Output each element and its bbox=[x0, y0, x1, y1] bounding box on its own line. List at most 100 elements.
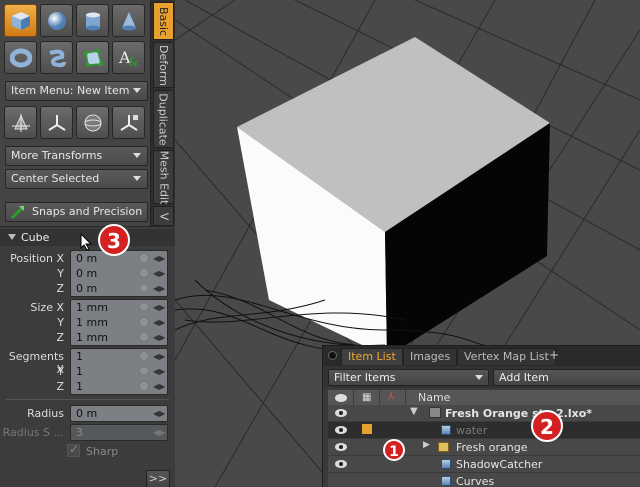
list-item-curves[interactable]: Curves bbox=[328, 473, 640, 487]
add-tab-button[interactable]: + bbox=[549, 348, 559, 362]
radius-label: Radius bbox=[27, 407, 64, 420]
rotate-tool-button[interactable] bbox=[40, 106, 73, 139]
chevron-down-icon[interactable]: ▼ bbox=[410, 406, 418, 417]
animate-dot-icon[interactable] bbox=[139, 268, 149, 278]
move-icon bbox=[11, 113, 30, 132]
torus-tool-button[interactable] bbox=[4, 41, 37, 74]
list-item-scene[interactable]: ▼ Fresh Orange st 2.lxo* bbox=[328, 405, 640, 422]
more-button[interactable]: >> bbox=[146, 470, 170, 487]
center-selected-dropdown[interactable]: Center Selected bbox=[5, 169, 148, 189]
list-item-shadowcatcher[interactable]: ShadowCatcher bbox=[328, 456, 640, 473]
tube-tool-button[interactable] bbox=[40, 41, 73, 74]
lock-grid-icon[interactable] bbox=[362, 424, 372, 434]
snap-icon bbox=[10, 205, 25, 220]
group-folder-icon bbox=[438, 442, 449, 452]
tab-item-list[interactable]: Item List bbox=[341, 348, 403, 365]
sphere-tool-button[interactable] bbox=[40, 4, 73, 37]
eye-icon[interactable] bbox=[335, 426, 347, 434]
side-tab-strip: Basic Deform Duplicate Mesh Edit V bbox=[150, 0, 175, 226]
stepper-arrows-icon[interactable]: ◀▶ bbox=[153, 381, 165, 392]
chevron-down-icon bbox=[133, 176, 141, 181]
item-list-panel: Item List Images Vertex Map List + Filte… bbox=[322, 345, 640, 487]
animate-dot-icon[interactable] bbox=[139, 283, 149, 293]
size-x-field[interactable]: 1 mm ◀▶ bbox=[71, 300, 167, 315]
mesh-icon bbox=[441, 476, 451, 486]
tool-palette: A & Item Menu: New Item More Transforms C… bbox=[0, 0, 150, 226]
animate-dot-icon[interactable] bbox=[139, 317, 149, 327]
check-icon: ✓ bbox=[69, 442, 80, 456]
sharp-label: Sharp bbox=[86, 445, 119, 458]
list-item-fresh-orange[interactable]: ▶ Fresh orange bbox=[328, 439, 640, 456]
eye-icon[interactable] bbox=[335, 460, 347, 468]
name-column-header[interactable]: Name bbox=[418, 391, 450, 404]
tab-more[interactable]: V bbox=[153, 206, 174, 226]
tab-mesh-edit[interactable]: Mesh Edit bbox=[153, 150, 174, 204]
cone-icon bbox=[121, 11, 136, 30]
animate-dot-icon[interactable] bbox=[139, 302, 149, 312]
move-tool-button[interactable] bbox=[4, 106, 37, 139]
stepper-arrows-icon[interactable]: ◀▶ bbox=[153, 253, 165, 264]
tab-deform[interactable]: Deform bbox=[153, 42, 174, 88]
animate-dot-icon[interactable] bbox=[139, 351, 149, 361]
scene-clapper-icon bbox=[429, 407, 441, 418]
transform-tool-button[interactable] bbox=[112, 106, 145, 139]
cylinder-tool-button[interactable] bbox=[76, 4, 109, 37]
segments-y-field[interactable]: 1 ◀▶ bbox=[71, 364, 167, 379]
tab-vertex-map-list[interactable]: Vertex Map List bbox=[457, 348, 556, 365]
pen-tool-button[interactable] bbox=[76, 41, 109, 74]
more-transforms-dropdown[interactable]: More Transforms bbox=[5, 146, 148, 166]
size-x-label: Size X bbox=[30, 301, 64, 314]
stepper-arrows-icon[interactable]: ◀▶ bbox=[153, 366, 165, 377]
stepper-arrows-icon[interactable]: ◀▶ bbox=[153, 332, 165, 343]
position-z-label: Z bbox=[56, 282, 64, 295]
animate-dot-icon[interactable] bbox=[139, 253, 149, 263]
tab-duplicate[interactable]: Duplicate bbox=[153, 90, 174, 148]
visibility-column-header[interactable] bbox=[328, 390, 354, 405]
item-menu-dropdown[interactable]: Item Menu: New Item bbox=[5, 81, 148, 101]
chevron-right-icon[interactable]: ▶ bbox=[423, 440, 430, 450]
position-z-field[interactable]: 0 m ◀▶ bbox=[71, 281, 167, 296]
sharp-checkbox[interactable]: ✓ bbox=[67, 442, 80, 457]
add-item-button[interactable]: Add Item bbox=[493, 369, 640, 386]
cone-tool-button[interactable] bbox=[112, 4, 145, 37]
eye-icon[interactable] bbox=[335, 409, 347, 417]
tab-images[interactable]: Images bbox=[403, 348, 458, 365]
svg-text:&: & bbox=[128, 55, 139, 69]
stepper-arrows-icon[interactable]: ◀▶ bbox=[153, 351, 165, 362]
radius-field[interactable]: 0 m ◀▶ bbox=[70, 405, 168, 422]
cube-tool-button[interactable] bbox=[4, 4, 37, 37]
scale-tool-button[interactable] bbox=[76, 106, 109, 139]
sphere-icon bbox=[47, 11, 66, 30]
toolbox-panel: A & Item Menu: New Item More Transforms C… bbox=[0, 0, 175, 487]
animate-dot-icon[interactable] bbox=[139, 366, 149, 376]
text-tool-button[interactable]: A & bbox=[112, 41, 145, 74]
position-y-label: Y bbox=[57, 267, 64, 280]
list-item-water[interactable]: water bbox=[328, 422, 640, 439]
item-list-toolbar: Filter Items Add Item bbox=[323, 366, 640, 388]
size-y-label: Y bbox=[57, 316, 64, 329]
radius-segments-field: 3 ◀▶ bbox=[70, 424, 168, 441]
stepper-arrows-icon[interactable]: ◀▶ bbox=[153, 302, 165, 313]
lock-column-header[interactable]: ▦ bbox=[354, 390, 380, 405]
segments-x-field[interactable]: 1 ◀▶ bbox=[71, 349, 167, 364]
mouse-cursor-icon bbox=[80, 233, 92, 251]
panel-menu-icon[interactable] bbox=[328, 351, 337, 360]
stepper-arrows-icon[interactable]: ◀▶ bbox=[153, 408, 165, 419]
annotation-badge-1: 1 bbox=[383, 439, 405, 461]
segments-fields: 1 ◀▶ 1 ◀▶ 1 ◀▶ bbox=[70, 348, 168, 395]
position-y-field[interactable]: 0 m ◀▶ bbox=[71, 266, 167, 281]
size-z-field[interactable]: 1 mm ◀▶ bbox=[71, 330, 167, 345]
chevron-down-icon bbox=[133, 88, 141, 93]
eye-icon[interactable] bbox=[335, 443, 347, 451]
type-column-header[interactable]: ⅄ bbox=[380, 390, 406, 405]
animate-dot-icon[interactable] bbox=[139, 332, 149, 342]
snaps-and-precision-button[interactable]: Snaps and Precision bbox=[5, 202, 148, 222]
tab-basic[interactable]: Basic bbox=[153, 2, 174, 40]
size-y-field[interactable]: 1 mm ◀▶ bbox=[71, 315, 167, 330]
animate-dot-icon[interactable] bbox=[139, 381, 149, 391]
segments-z-field[interactable]: 1 ◀▶ bbox=[71, 379, 167, 394]
stepper-arrows-icon[interactable]: ◀▶ bbox=[153, 317, 165, 328]
stepper-arrows-icon[interactable]: ◀▶ bbox=[153, 268, 165, 279]
filter-items-dropdown[interactable]: Filter Items bbox=[328, 369, 489, 386]
stepper-arrows-icon[interactable]: ◀▶ bbox=[153, 283, 165, 294]
